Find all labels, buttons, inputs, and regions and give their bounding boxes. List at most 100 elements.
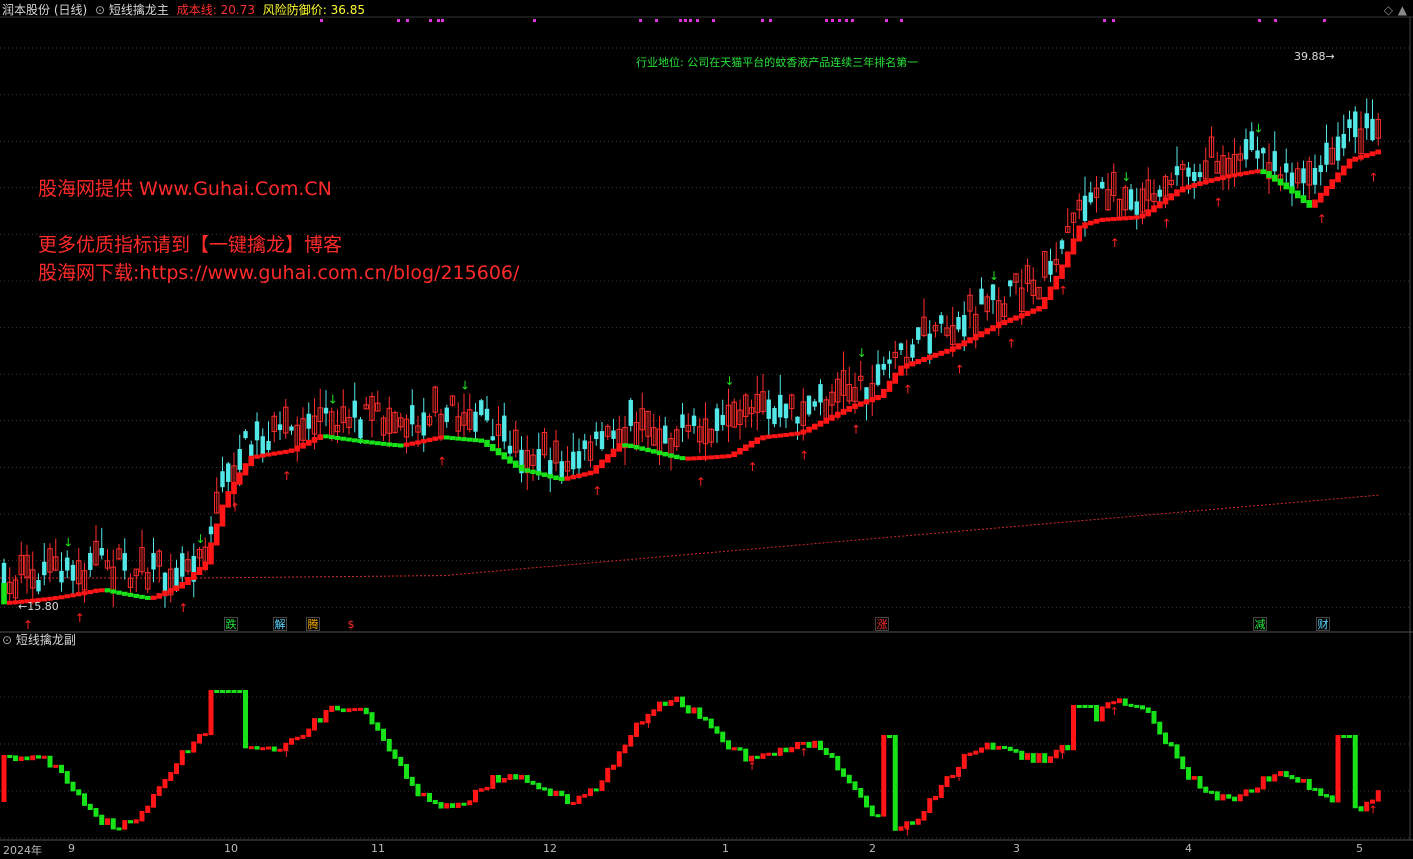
scroll-up-icon[interactable]: ▲: [1398, 3, 1407, 17]
support-bar: [288, 448, 295, 453]
candle-body: [571, 451, 576, 470]
event-tag-cai[interactable]: 财: [1316, 617, 1330, 631]
sub-indicator-name[interactable]: 短线擒龙副: [16, 633, 76, 647]
indicator-name[interactable]: 短线擒龙主: [109, 3, 169, 17]
oscillator-bar: [1352, 735, 1358, 809]
event-tag-zhang[interactable]: 涨: [875, 617, 889, 631]
support-bar: [1237, 172, 1244, 177]
support-bar: [1, 583, 7, 605]
oscillator-bar: [553, 790, 559, 797]
chart-canvas[interactable]: ↑↓↑↑↓↑↑↓↑↓↑↑↓↑↑↑↓↑↑↓↑↑↑↓↑↑↓↑↑↑↑↑↑↑↑↑↑↑↑↑: [0, 0, 1413, 855]
support-bar: [1179, 186, 1186, 193]
event-tag-dollar[interactable]: $: [344, 617, 358, 631]
oscillator-bar: [519, 775, 524, 780]
oscillator-bar: [967, 752, 973, 756]
support-bar: [167, 588, 174, 594]
oscillator-bar: [513, 774, 519, 780]
event-dot: [429, 19, 432, 22]
oscillator-bar: [1002, 745, 1007, 749]
candle-body: [772, 408, 777, 425]
oscillator-bar: [444, 803, 450, 809]
support-bar: [1128, 215, 1134, 220]
oscillator-bar: [30, 755, 36, 761]
candle-body: [490, 436, 495, 441]
oscillator-bar: [1243, 789, 1249, 797]
buy-arrow-icon: ↑: [1317, 212, 1327, 226]
chart-window: ↑ ↓ ↑ ↑ ↓ ↑ ↑ ↓ ↑ ↓ ↑ ↑ ↓ ↑ ↑ ↑ ↓ ↑ ↑ ↓ ↑ ↑ ↑ ↓ ↑ ↑ ↓ ↑ ↑ ↑ ↑ ↑ ↑ ↑ ↑ ↑ ↑ ↑ ↑ ↑…: [0, 0, 1413, 857]
collapse-icon[interactable]: ◇: [1384, 3, 1393, 17]
oscillator-bar: [415, 783, 421, 797]
support-bar: [806, 426, 812, 433]
support-bar: [1110, 217, 1117, 222]
support-bar: [501, 452, 508, 460]
support-bar: [374, 441, 381, 446]
support-bar: [1145, 209, 1152, 217]
candle-body: [444, 407, 449, 422]
support-bar: [369, 440, 375, 445]
oscillator-bar: [685, 705, 691, 714]
watermark-line-3: 股海网下载:https://www.guhai.com.cn/blog/2156…: [38, 262, 520, 284]
oscillator-bar: [214, 690, 220, 693]
candle-body: [663, 425, 668, 444]
support-bar: [656, 450, 663, 455]
event-tag-teng[interactable]: 腾: [306, 617, 320, 631]
oscillator-bar: [927, 798, 933, 813]
indicator-dropdown-icon[interactable]: ⊙: [95, 3, 105, 17]
support-bar: [1070, 238, 1077, 255]
oscillator-bar: [708, 718, 714, 729]
support-bar: [639, 446, 646, 451]
oscillator-bar: [1007, 746, 1013, 752]
support-bar: [731, 451, 738, 458]
support-bar: [323, 434, 329, 439]
oscillator-bar: [237, 690, 243, 693]
support-bar: [1047, 286, 1054, 301]
oscillator-bar: [570, 801, 576, 805]
support-bar: [719, 454, 726, 459]
event-tag-jie[interactable]: 解: [273, 617, 287, 631]
support-bar: [1208, 178, 1215, 183]
event-dot: [689, 19, 692, 22]
event-tag-label: $: [347, 618, 355, 631]
support-bar: [668, 453, 674, 458]
buy-arrow-icon: ↑: [1162, 216, 1172, 230]
candle-body: [1261, 148, 1266, 154]
oscillator-bar: [1375, 790, 1381, 802]
oscillator-bar: [1329, 795, 1335, 803]
candle-body: [266, 440, 271, 451]
buy-arrow-icon: ↑: [748, 460, 758, 474]
candle-body: [1100, 181, 1105, 189]
oscillator-bar: [185, 750, 191, 754]
oscillator-bar: [151, 793, 156, 808]
event-tag-jian[interactable]: 减: [1253, 617, 1267, 631]
oscillator-bar: [726, 740, 731, 750]
oscillator-bar: [133, 819, 139, 824]
support-bar: [880, 388, 887, 398]
oscillator-bar: [208, 690, 214, 736]
support-bar: [420, 439, 427, 444]
oscillator-bar: [128, 820, 133, 824]
support-bar: [547, 473, 554, 479]
support-bar: [886, 380, 893, 392]
candle-body: [1341, 134, 1346, 149]
oscillator-bar: [691, 707, 697, 714]
event-tag-label: 涨: [876, 618, 888, 631]
oscillator-bar: [346, 708, 352, 713]
oscillator-bar: [1030, 753, 1036, 763]
candle-body: [1134, 201, 1139, 215]
support-bar: [645, 447, 651, 453]
event-tag-die[interactable]: 跌: [224, 617, 238, 631]
candle-body: [323, 407, 329, 414]
support-bar: [133, 593, 140, 598]
support-bar: [1030, 308, 1037, 314]
support-bar: [1340, 165, 1347, 176]
oscillator-bar: [404, 764, 409, 779]
oscillator-bar: [1082, 705, 1088, 708]
candle-body: [1255, 150, 1260, 159]
support-bar: [1277, 178, 1284, 186]
candle-body: [916, 327, 921, 340]
oscillator-bar: [248, 746, 254, 750]
candle-body: [766, 399, 771, 419]
candle-body: [208, 526, 214, 535]
sell-arrow-icon: ↓: [725, 374, 735, 388]
sub-indicator-icon[interactable]: ⊙: [2, 633, 12, 647]
